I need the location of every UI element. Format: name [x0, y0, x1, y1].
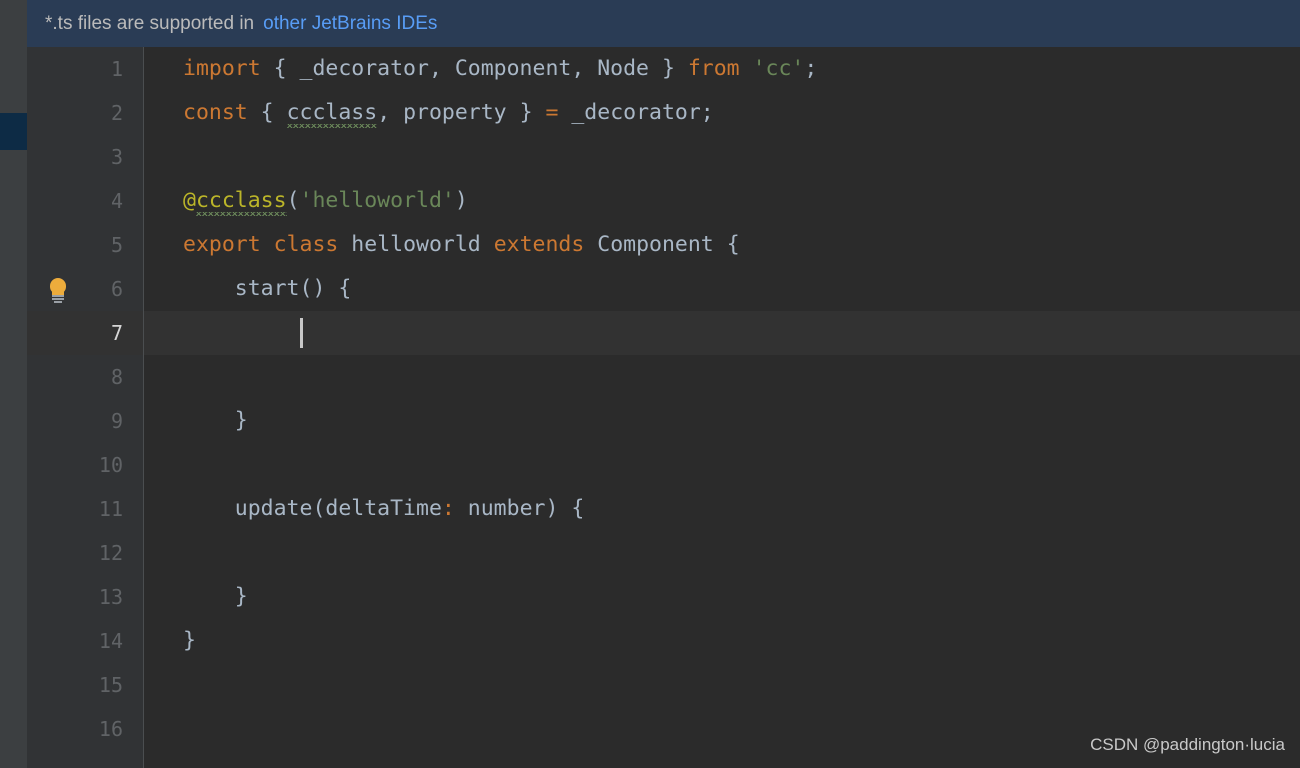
code-token: @ — [183, 188, 196, 213]
editor-line[interactable]: 13 } — [27, 575, 1300, 619]
code-token: { _decorator, Component, Node } — [260, 56, 688, 81]
line-number: 15 — [98, 673, 123, 697]
code-token: Component { — [584, 232, 740, 257]
code-token-warning: ccclass — [286, 100, 378, 128]
line-code: @ccclass('helloworld') — [183, 179, 468, 223]
line-number: 3 — [110, 145, 123, 169]
current-line-highlight — [144, 311, 1300, 355]
code-token: number) { — [454, 496, 585, 521]
editor-lines: 1 import { _decorator, Component, Node } … — [27, 47, 1300, 751]
code-token: extends — [493, 232, 585, 257]
line-number: 13 — [98, 585, 123, 609]
code-token: from — [687, 56, 740, 81]
line-code: const { ccclass, property } = _decorator… — [183, 91, 714, 135]
code-token: _decorator; — [558, 100, 714, 125]
line-number: 8 — [110, 365, 123, 389]
line-number: 11 — [98, 497, 123, 521]
editor-line[interactable]: 2 const { ccclass, property } = _decorato… — [27, 91, 1300, 135]
editor-line[interactable]: 12 — [27, 531, 1300, 575]
editor-line[interactable]: 4 @ccclass('helloworld') — [27, 179, 1300, 223]
line-number: 7 — [110, 321, 123, 345]
text-caret — [300, 318, 303, 348]
line-code: update(deltaTime: number) { — [183, 487, 585, 531]
code-token: class — [273, 232, 339, 257]
line-number: 4 — [110, 189, 123, 213]
code-token: ) — [454, 188, 468, 213]
editor-line[interactable]: 15 — [27, 663, 1300, 707]
notification-link[interactable]: other JetBrains IDEs — [263, 13, 437, 35]
line-number: 14 — [98, 629, 123, 653]
code-token: import — [183, 56, 261, 81]
line-number: 12 — [98, 541, 123, 565]
line-code: import { _decorator, Component, Node } f… — [183, 47, 817, 91]
editor-line[interactable]: 3 — [27, 135, 1300, 179]
code-token-warning: ccclass — [195, 188, 287, 216]
notification-banner: *.ts files are supported in other JetBra… — [27, 0, 1300, 47]
line-code: } — [183, 619, 196, 663]
code-token: , property } — [377, 100, 546, 125]
editor-line[interactable]: 10 — [27, 443, 1300, 487]
code-token: = — [545, 100, 559, 125]
line-number: 1 — [110, 57, 123, 81]
editor-line[interactable]: 11 update(deltaTime: number) { — [27, 487, 1300, 531]
tool-window-stripe[interactable] — [0, 0, 27, 768]
code-token: update(deltaTime — [183, 496, 442, 521]
code-token: ( — [286, 188, 300, 213]
code-token: const — [183, 100, 248, 125]
line-code: start() { — [183, 267, 352, 311]
editor-line[interactable]: 14} — [27, 619, 1300, 663]
lightbulb-icon[interactable] — [47, 278, 69, 303]
editor-line[interactable]: 6 start() { — [27, 267, 1300, 311]
line-number: 2 — [110, 101, 123, 125]
notification-message: *.ts files are supported in — [45, 12, 255, 34]
code-token: : — [441, 496, 455, 521]
code-token: export — [183, 232, 261, 257]
tool-window-stripe-marker[interactable] — [0, 113, 27, 150]
editor-line[interactable]: 9 } — [27, 399, 1300, 443]
code-token: } — [183, 408, 248, 433]
editor-line[interactable]: 8 — [27, 355, 1300, 399]
editor-line[interactable]: 7 — [27, 311, 1300, 355]
editor-line[interactable]: 5 export class helloworld extends Compone… — [27, 223, 1300, 267]
line-number: 5 — [110, 233, 123, 257]
line-number: 16 — [98, 717, 123, 741]
code-token: } — [183, 628, 196, 653]
line-code: } — [183, 399, 248, 443]
code-token: } — [183, 584, 248, 609]
code-token: 'cc' — [752, 56, 805, 81]
code-token: 'helloworld' — [299, 188, 455, 213]
code-token: ; — [804, 56, 818, 81]
line-code: export class helloworld extends Componen… — [183, 223, 740, 267]
line-code: } — [183, 575, 248, 619]
code-editor[interactable]: 1 import { _decorator, Component, Node } … — [27, 47, 1300, 768]
watermark: CSDN @paddington·lucia — [1090, 735, 1285, 754]
line-number: 10 — [98, 453, 123, 477]
code-token: helloworld — [338, 232, 494, 257]
code-token: start() { — [183, 276, 352, 301]
editor-line[interactable]: 1 import { _decorator, Component, Node } … — [27, 47, 1300, 91]
ide-window: *.ts files are supported in other JetBra… — [0, 0, 1300, 768]
code-token: { — [247, 100, 287, 125]
line-number: 6 — [110, 277, 123, 301]
line-number: 9 — [110, 409, 123, 433]
